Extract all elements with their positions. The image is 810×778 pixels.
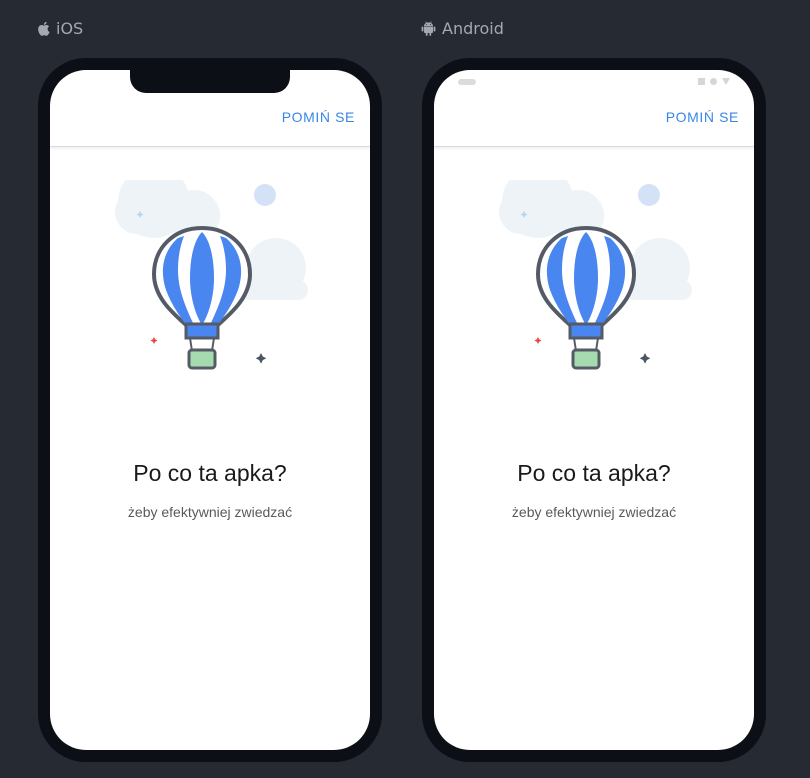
onboarding-title: Po co ta apka? — [517, 460, 671, 486]
status-pill — [458, 79, 476, 85]
onboarding-subtitle: żeby efektywniej zwiedzać — [127, 504, 293, 520]
onboarding-title: Po co ta apka? — [133, 460, 287, 486]
android-icon — [421, 20, 436, 36]
android-screen: POMIŃ SE Po co ta apka? żeby efektywniej… — [434, 70, 754, 750]
skip-button[interactable]: POMIŃ SE — [666, 109, 739, 125]
ios-platform-label: iOS — [37, 17, 83, 39]
skip-button[interactable]: POMIŃ SE — [282, 109, 355, 125]
ios-screen: POMIŃ SE Po co ta apka? żeby efektywniej… — [50, 70, 370, 750]
android-device-frame: POMIŃ SE Po co ta apka? żeby efektywniej… — [422, 58, 766, 762]
status-icons — [698, 78, 730, 85]
square-icon — [698, 78, 705, 85]
ios-label-text: iOS — [56, 18, 84, 38]
notch — [130, 70, 290, 93]
android-platform-label: Android — [421, 17, 504, 39]
hot-air-balloon-illustration — [112, 166, 308, 380]
status-bar — [434, 70, 754, 94]
circle-icon — [710, 78, 717, 85]
android-label-text: Android — [442, 18, 504, 38]
onboarding-subtitle: żeby efektywniej zwiedzać — [511, 504, 677, 520]
apple-icon — [37, 21, 50, 36]
hot-air-balloon-illustration — [496, 166, 692, 380]
triangle-icon — [722, 78, 730, 85]
ios-device-frame: POMIŃ SE Po co ta apka? żeby efektywniej… — [38, 58, 382, 762]
